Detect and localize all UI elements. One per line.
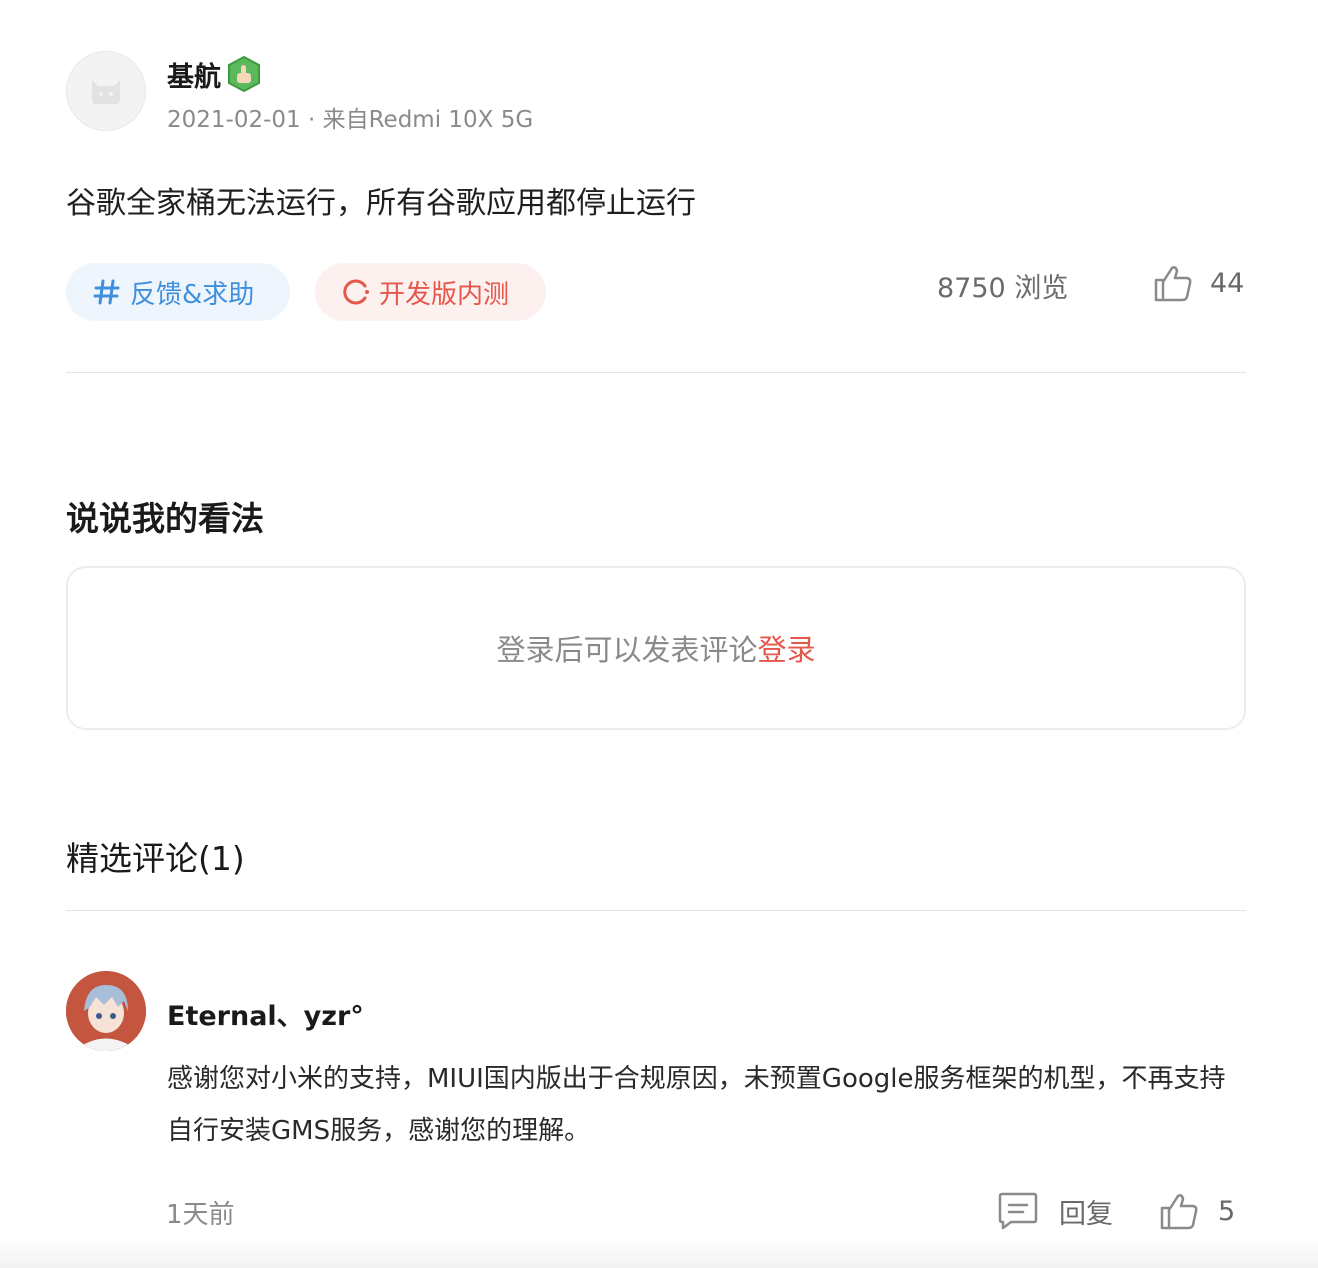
comment-like-button[interactable]: 5 [1158, 1190, 1235, 1232]
anime-avatar-image [66, 971, 146, 1051]
view-count-number: 8750 [937, 273, 1006, 304]
tag-dev-label: 开发版内测 [379, 279, 510, 310]
comment-body: 感谢您对小米的支持，MIUI国内版出于合规原因，未预置Google服务框架的机型… [167, 1064, 1226, 1146]
tag-dev-beta[interactable]: 开发版内测 [315, 263, 546, 321]
login-link[interactable]: 登录 [758, 627, 816, 669]
comment-section-title: 说说我的看法 [66, 499, 264, 538]
tag-feedback-help[interactable]: 反馈&求助 [66, 263, 290, 321]
comment-author-avatar[interactable] [66, 971, 146, 1051]
post-meta: 2021-02-01 · 来自Redmi 10X 5G [167, 107, 534, 133]
hash-icon [93, 279, 120, 305]
post-like-button[interactable]: 44 [1152, 262, 1244, 304]
post-like-count: 44 [1210, 267, 1245, 299]
author-name[interactable]: 基航 [167, 55, 221, 94]
thumbs-up-icon [1154, 266, 1192, 302]
finger-badge-icon [228, 55, 260, 93]
comment-reply-button[interactable]: 回复 [997, 1190, 1113, 1232]
post-detail-page: 基航 2021-02-01 · 来自Redmi 10X 5G 谷歌全家桶无法运行… [0, 0, 1318, 1268]
comment-login-prompt: 登录后可以发表评论 [496, 633, 758, 667]
comment-author-name[interactable]: Eternal、yzr° [167, 994, 364, 1033]
featured-comments-title: 精选评论(1) [66, 839, 245, 878]
author-avatar[interactable] [66, 51, 146, 131]
post-title: 谷歌全家桶无法运行，所有谷歌应用都停止运行 [66, 186, 696, 221]
divider [66, 910, 1246, 911]
tag-feedback-label: 反馈&求助 [130, 279, 255, 310]
comment-like-count: 5 [1218, 1195, 1236, 1227]
view-count-label: 浏览 [1014, 273, 1069, 304]
thumbs-up-icon [1160, 1194, 1198, 1230]
comment-input-box[interactable]: 登录后可以发表评论 登录 [66, 566, 1246, 730]
mi-bunny-avatar-icon [92, 80, 120, 104]
refresh-icon [343, 279, 369, 305]
view-count: 8750 浏览 [937, 266, 1068, 305]
comment-icon [998, 1192, 1038, 1230]
bottom-fade [0, 1238, 1318, 1268]
divider [66, 372, 1246, 373]
author-name-row: 基航 [167, 55, 263, 93]
comment-time: 1天前 [166, 1200, 235, 1230]
comment-reply-label: 回复 [1059, 1198, 1113, 1230]
